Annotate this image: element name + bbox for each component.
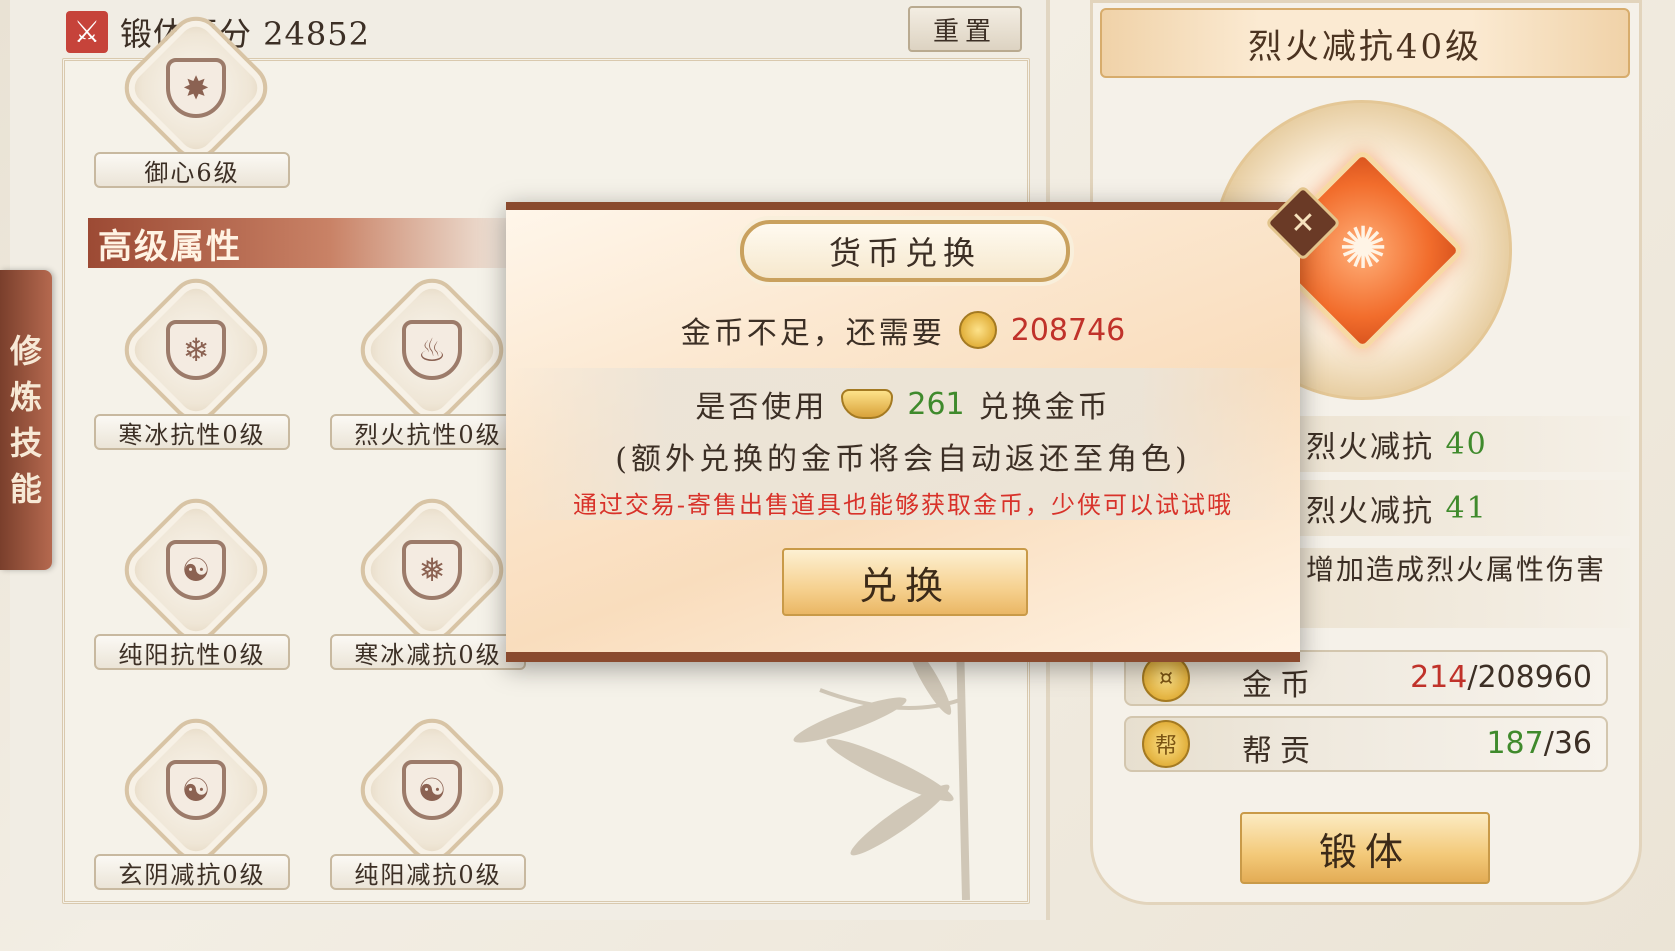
gold-needed-value: 208746 — [1010, 312, 1126, 348]
stat-description: 增加造成烈火属性伤害 — [1290, 548, 1630, 628]
dialog-title: 货币兑换 — [740, 220, 1070, 282]
insufficient-text: 金币不足，还需要 — [680, 316, 945, 351]
gold-coin-icon — [958, 311, 997, 349]
side-tab-char: 能 — [9, 470, 42, 508]
resource-need: /36 — [1543, 726, 1592, 761]
skill-label: 玄阴减抗0级 — [94, 854, 290, 890]
exchange-button[interactable]: 兑换 — [782, 548, 1028, 616]
close-icon[interactable]: ✕ — [1276, 196, 1330, 250]
next-stat-row: 烈火减抗 41 — [1290, 480, 1630, 536]
detail-title: 烈火减抗40级 — [1100, 8, 1630, 78]
skill-label: 寒冰减抗0级 — [330, 634, 526, 670]
reset-button[interactable]: 重置 — [908, 6, 1022, 52]
refund-note: (额外兑换的金币将会自动返还至角色) — [615, 442, 1191, 477]
heart-shield-icon: ✸ — [166, 58, 226, 118]
next-stat-value: 41 — [1445, 490, 1488, 526]
side-tab-char: 修 — [9, 332, 42, 370]
resource-row-guild: 帮 帮贡 187/36 — [1124, 716, 1608, 772]
resource-value: 187/36 — [1486, 726, 1592, 761]
next-stat-name: 烈火减抗 — [1306, 494, 1434, 529]
section-title-advanced: 高级属性 — [88, 218, 528, 268]
resource-name: 帮贡 — [1242, 734, 1318, 769]
ingot-cost-value: 261 — [907, 386, 965, 422]
exchange-suffix: 兑换金币 — [978, 390, 1111, 425]
insufficient-gold-row: 金币不足，还需要 208746 — [506, 300, 1300, 360]
resource-need: /208960 — [1467, 660, 1592, 695]
trade-tip: 通过交易-寄售出售道具也能够获取金币，少侠可以试试哦 — [572, 490, 1234, 519]
resource-have: 187 — [1486, 726, 1544, 761]
yinyang-shield-icon: ☯ — [166, 540, 226, 600]
skill-tile-yin-reduce[interactable]: ☯ 玄阴减抗0级 — [94, 707, 294, 902]
resource-value: 214/208960 — [1410, 660, 1592, 695]
side-tab-char: 炼 — [9, 378, 42, 416]
skill-label: 纯阳抗性0级 — [94, 634, 290, 670]
current-stat-row: 烈火减抗 40 — [1290, 416, 1630, 472]
skill-tile-fire-resist[interactable]: ♨ 烈火抗性0级 — [330, 267, 530, 462]
skill-tile-yuxin[interactable]: ✸ 御心6级 — [94, 5, 294, 200]
current-stat-value: 40 — [1445, 426, 1488, 462]
resource-have: 214 — [1410, 660, 1468, 695]
fire-shield-icon: ♨ — [402, 320, 462, 380]
forge-button[interactable]: 锻体 — [1240, 812, 1490, 884]
skill-tile-ice-reduce[interactable]: ❅ 寒冰减抗0级 — [330, 487, 530, 682]
skill-label: 纯阳减抗0级 — [330, 854, 526, 890]
ice-shield-icon: ❄ — [166, 320, 226, 380]
skill-tile-yang-reduce[interactable]: ☯ 纯阳减抗0级 — [330, 707, 530, 902]
current-stat-name: 烈火减抗 — [1306, 430, 1434, 465]
exchange-prefix: 是否使用 — [695, 390, 828, 425]
bamboo-decoration — [793, 640, 970, 900]
skill-label: 烈火抗性0级 — [330, 414, 526, 450]
yang-claw-icon: ☯ — [402, 760, 462, 820]
skill-label: 御心6级 — [94, 152, 290, 188]
ice-claw-icon: ❅ — [402, 540, 462, 600]
skill-tile-yang-resist[interactable]: ☯ 纯阳抗性0级 — [94, 487, 294, 682]
skill-tile-ice-resist[interactable]: ❄ 寒冰抗性0级 — [94, 267, 294, 462]
yin-claw-icon: ☯ — [166, 760, 226, 820]
side-tab-cultivation[interactable]: 修 炼 技 能 — [0, 270, 52, 570]
guild-token-icon: 帮 — [1142, 720, 1190, 768]
exchange-offer-row: 是否使用 261 兑换金币 — [506, 376, 1300, 432]
side-tab-char: 技 — [9, 424, 42, 462]
gold-ingot-icon — [841, 389, 894, 419]
resource-name: 金币 — [1242, 668, 1318, 703]
skill-label: 寒冰抗性0级 — [94, 414, 290, 450]
